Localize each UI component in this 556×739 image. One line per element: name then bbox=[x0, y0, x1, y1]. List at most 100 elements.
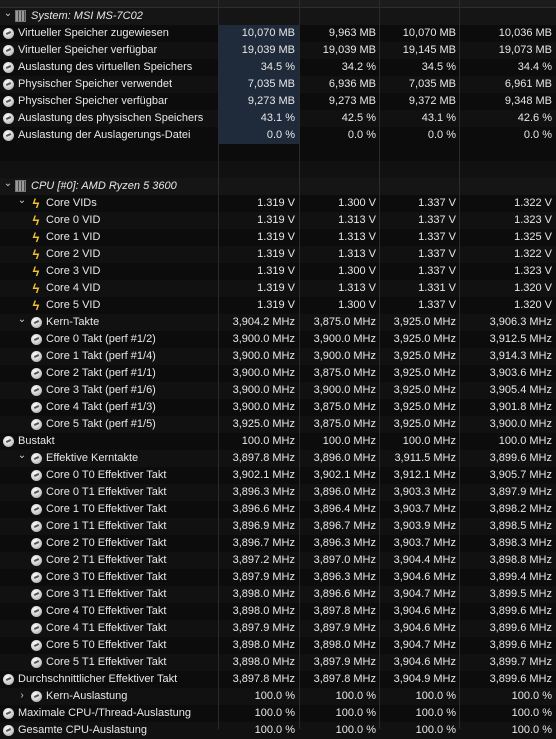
sensor-row[interactable]: ϟ Core 3 VID 1.319 V 1.300 V 1.337 V 1.323 V bbox=[0, 263, 556, 280]
sensor-icon bbox=[3, 725, 14, 736]
value-min: 3,896.0 MHz bbox=[313, 486, 376, 498]
value-min: 34.2 % bbox=[341, 61, 376, 73]
sensor-row[interactable]: Auslastung des virtuellen Speichers 34.5 … bbox=[0, 59, 556, 76]
value-max: 3,925.0 MHz bbox=[393, 350, 456, 362]
value-min: 9,963 MB bbox=[328, 27, 376, 39]
value-avg: 1.320 V bbox=[514, 282, 552, 294]
sensor-icon bbox=[3, 45, 14, 56]
bolt-icon: ϟ bbox=[32, 213, 40, 228]
sensor-icon bbox=[3, 436, 14, 447]
sensor-icon bbox=[31, 623, 42, 634]
sensor-row[interactable]: Virtueller Speicher zugewiesen 10,070 MB 9… bbox=[0, 25, 556, 42]
sensor-row[interactable]: Core 2 T1 Effektiver Takt 3,897.2 MHz 3,89… bbox=[0, 552, 556, 569]
chevron-down-icon[interactable]: ⌄ bbox=[17, 451, 27, 461]
sensor-row[interactable]: Core 4 T0 Effektiver Takt 3,898.0 MHz 3,89… bbox=[0, 603, 556, 620]
sensor-row[interactable]: Auslastung des physischen Speichers 43.1 … bbox=[0, 110, 556, 127]
sensor-label: Core 4 Takt (perf #1/3) bbox=[46, 401, 156, 413]
column-header-bar[interactable] bbox=[0, 0, 556, 8]
sensor-row[interactable]: Core 5 T1 Effektiver Takt 3,898.0 MHz 3,89… bbox=[0, 654, 556, 671]
sensor-row[interactable]: Core 1 T0 Effektiver Takt 3,896.6 MHz 3,89… bbox=[0, 501, 556, 518]
value-cur: 3,900.0 MHz bbox=[232, 401, 295, 413]
group-header-row[interactable]: ⌄ CPU [#0]: AMD Ryzen 5 3600 bbox=[0, 178, 556, 195]
sensor-row[interactable]: Core 3 T1 Effektiver Takt 3,898.0 MHz 3,89… bbox=[0, 586, 556, 603]
value-max: 3,912.1 MHz bbox=[393, 469, 456, 481]
value-cur: 100.0 % bbox=[254, 724, 295, 736]
sensor-icon bbox=[31, 572, 42, 583]
sensor-icon bbox=[31, 538, 42, 549]
sensor-row[interactable]: Maximale CPU-/Thread-Auslastung 100.0 % 10… bbox=[0, 705, 556, 722]
value-cur: 3,896.9 MHz bbox=[232, 520, 295, 532]
sensor-row[interactable]: Virtueller Speicher verfügbar 19,039 MB 19… bbox=[0, 42, 556, 59]
sensor-label: Virtueller Speicher verfügbar bbox=[18, 44, 158, 56]
value-avg: 3,912.5 MHz bbox=[489, 333, 552, 345]
value-cur: 1.319 V bbox=[257, 214, 295, 226]
sensor-row[interactable]: ϟ Core 5 VID 1.319 V 1.300 V 1.337 V 1.320 V bbox=[0, 297, 556, 314]
value-cur: 43.1 % bbox=[219, 110, 299, 127]
value-max: 3,925.0 MHz bbox=[393, 418, 456, 430]
sensor-row[interactable]: Core 0 Takt (perf #1/2) 3,900.0 MHz 3,900.… bbox=[0, 331, 556, 348]
sensor-row[interactable]: ⌄ Effektive Kerntakte 3,897.8 MHz 3,896.0 M… bbox=[0, 450, 556, 467]
sensor-row[interactable]: Core 5 T0 Effektiver Takt 3,898.0 MHz 3,89… bbox=[0, 637, 556, 654]
sensor-label: Core VIDs bbox=[46, 197, 97, 209]
value-max: 3,903.9 MHz bbox=[393, 520, 456, 532]
sensor-label: Core 4 T0 Effektiver Takt bbox=[46, 605, 167, 617]
value-avg: 3,899.6 MHz bbox=[489, 605, 552, 617]
sensor-row[interactable]: Core 3 T0 Effektiver Takt 3,897.9 MHz 3,89… bbox=[0, 569, 556, 586]
chevron-down-icon[interactable]: ⌄ bbox=[17, 315, 27, 325]
sensor-row[interactable]: Bustakt 100.0 MHz 100.0 MHz 100.0 MHz 100.0 … bbox=[0, 433, 556, 450]
value-min: 1.313 V bbox=[338, 214, 376, 226]
sensor-row[interactable]: Durchschnittlicher Effektiver Takt 3,897.… bbox=[0, 671, 556, 688]
chevron-down-icon[interactable]: ⌄ bbox=[17, 196, 27, 206]
bolt-icon: ϟ bbox=[32, 230, 40, 245]
value-max: 3,911.5 MHz bbox=[394, 452, 456, 464]
sensor-icon bbox=[31, 368, 42, 379]
sensor-row[interactable]: Core 3 Takt (perf #1/6) 3,900.0 MHz 3,900.… bbox=[0, 382, 556, 399]
sensor-row[interactable]: Physischer Speicher verfügbar 9,273 MB 9,2… bbox=[0, 93, 556, 110]
sensor-label: Core 4 VID bbox=[46, 282, 101, 294]
sensor-label: Core 3 Takt (perf #1/6) bbox=[46, 384, 156, 396]
value-avg: 3,899.6 MHz bbox=[489, 639, 552, 651]
sensor-row[interactable]: Core 5 Takt (perf #1/5) 3,925.0 MHz 3,875.… bbox=[0, 416, 556, 433]
sensor-row[interactable]: Core 0 T0 Effektiver Takt 3,902.1 MHz 3,90… bbox=[0, 467, 556, 484]
sensor-row[interactable]: Core 0 T1 Effektiver Takt 3,896.3 MHz 3,89… bbox=[0, 484, 556, 501]
sensor-row[interactable]: ϟ Core 4 VID 1.319 V 1.313 V 1.331 V 1.320 V bbox=[0, 280, 556, 297]
sensor-icon bbox=[31, 402, 42, 413]
value-cur: 3,925.0 MHz bbox=[232, 418, 295, 430]
value-avg: 3,899.6 MHz bbox=[489, 673, 552, 685]
value-avg: 3,914.3 MHz bbox=[489, 350, 552, 362]
sensor-icon bbox=[31, 657, 42, 668]
sensor-row[interactable]: ⌄ Kern-Takte 3,904.2 MHz 3,875.0 MHz 3,925.0… bbox=[0, 314, 556, 331]
group-header-row[interactable]: ⌄ System: MSI MS-7C02 bbox=[0, 8, 556, 25]
sensor-row[interactable]: ϟ Core 1 VID 1.319 V 1.313 V 1.337 V 1.325 V bbox=[0, 229, 556, 246]
sensor-icon bbox=[31, 555, 42, 566]
sensor-row[interactable]: Core 1 T1 Effektiver Takt 3,896.9 MHz 3,89… bbox=[0, 518, 556, 535]
sensor-row[interactable]: › Kern-Auslastung 100.0 % 100.0 % 100.0 % 100… bbox=[0, 688, 556, 705]
sensor-row[interactable]: ϟ Core 2 VID 1.319 V 1.313 V 1.337 V 1.322 V bbox=[0, 246, 556, 263]
sensor-row[interactable]: Auslastung der Auslagerungs-Datei 0.0 % 0.… bbox=[0, 127, 556, 144]
sensor-icon bbox=[3, 674, 14, 685]
value-avg: 100.0 % bbox=[511, 690, 552, 702]
chevron-down-icon[interactable]: ⌄ bbox=[3, 9, 13, 19]
sensor-row[interactable]: Physischer Speicher verwendet 7,035 MB 6,9… bbox=[0, 76, 556, 93]
group-title: System: MSI MS-7C02 bbox=[31, 10, 143, 22]
sensor-label: Core 5 T0 Effektiver Takt bbox=[46, 639, 167, 651]
chevron-down-icon[interactable]: ⌄ bbox=[3, 179, 13, 189]
value-avg: 3,903.6 MHz bbox=[489, 367, 552, 379]
sensor-row[interactable]: Core 2 Takt (perf #1/1) 3,900.0 MHz 3,875.… bbox=[0, 365, 556, 382]
value-max: 34.5 % bbox=[421, 61, 456, 73]
empty-row bbox=[0, 161, 556, 178]
sensor-row[interactable]: Core 2 T0 Effektiver Takt 3,896.7 MHz 3,89… bbox=[0, 535, 556, 552]
sensor-row[interactable]: ⌄ ϟ Core VIDs 1.319 V 1.300 V 1.337 V 1.322 V bbox=[0, 195, 556, 212]
sensor-label: Bustakt bbox=[18, 435, 55, 447]
value-min: 0.0 % bbox=[347, 129, 376, 141]
sensor-row[interactable]: Core 1 Takt (perf #1/4) 3,900.0 MHz 3,900.… bbox=[0, 348, 556, 365]
value-avg: 100.0 MHz bbox=[498, 435, 552, 447]
sensor-row[interactable]: Gesamte CPU-Auslastung 100.0 % 100.0 % 100.… bbox=[0, 722, 556, 739]
sensor-row[interactable]: ϟ Core 0 VID 1.319 V 1.313 V 1.337 V 1.323 V bbox=[0, 212, 556, 229]
value-cur: 1.319 V bbox=[257, 197, 295, 209]
value-min: 3,897.0 MHz bbox=[313, 554, 376, 566]
chevron-right-icon[interactable]: › bbox=[17, 691, 27, 701]
sensor-row[interactable]: Core 4 T1 Effektiver Takt 3,897.9 MHz 3,89… bbox=[0, 620, 556, 637]
column-divider bbox=[218, 0, 219, 729]
sensor-row[interactable]: Core 4 Takt (perf #1/3) 3,900.0 MHz 3,875.… bbox=[0, 399, 556, 416]
